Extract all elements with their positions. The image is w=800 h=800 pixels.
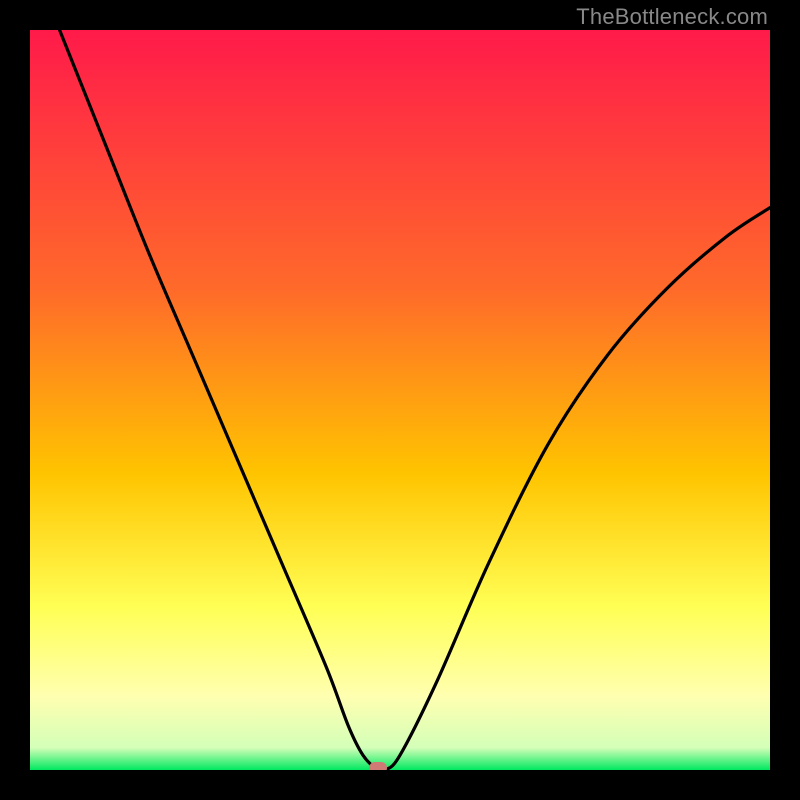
plot-area bbox=[30, 30, 770, 770]
optimum-marker bbox=[369, 762, 387, 770]
watermark-text: TheBottleneck.com bbox=[576, 4, 768, 30]
bottleneck-curve bbox=[30, 30, 770, 770]
chart-frame: TheBottleneck.com bbox=[0, 0, 800, 800]
